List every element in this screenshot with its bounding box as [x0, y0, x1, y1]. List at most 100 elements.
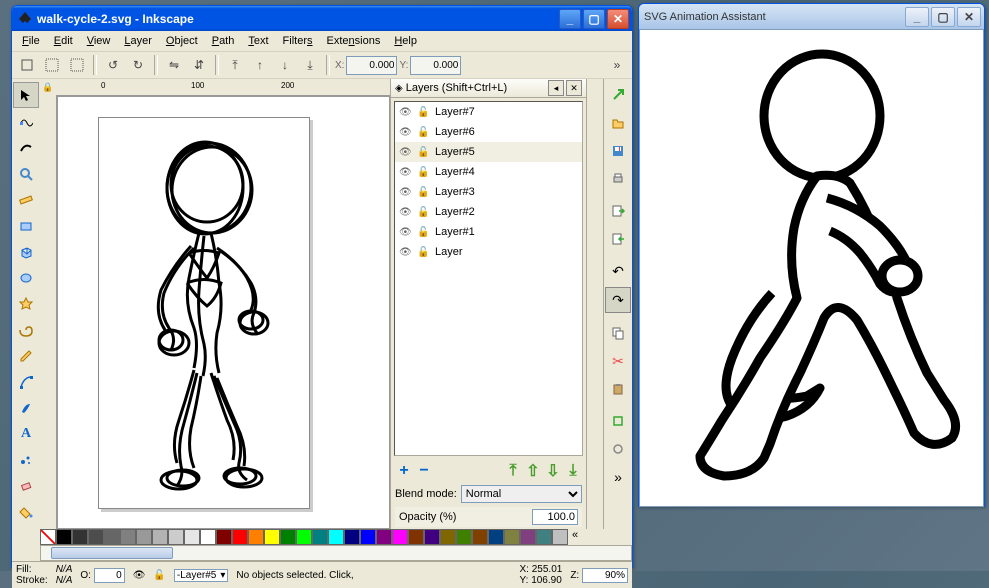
assistant-minimize-button[interactable]: _ [905, 7, 929, 27]
export-icon[interactable] [606, 227, 630, 251]
eye-icon[interactable]: 👁 [399, 247, 411, 258]
assistant-maximize-button[interactable]: ▢ [931, 7, 955, 27]
menu-extensions[interactable]: Extensions [321, 33, 387, 49]
rotate-cw-icon[interactable]: ↻ [127, 54, 149, 76]
paste-icon[interactable] [606, 377, 630, 401]
redo-icon[interactable]: ↷ [605, 287, 631, 313]
palette-swatch[interactable] [184, 529, 200, 545]
snap-btn-a[interactable] [606, 409, 630, 433]
maximize-button[interactable]: ▢ [583, 9, 605, 29]
lock-icon[interactable]: 🔓 [417, 227, 429, 238]
palette-swatch[interactable] [232, 529, 248, 545]
layer-row-3[interactable]: 👁🔓Layer#3 [395, 182, 582, 202]
palette-swatch[interactable] [328, 529, 344, 545]
palette-swatch[interactable] [376, 529, 392, 545]
text-tool[interactable]: A [14, 422, 38, 446]
flip-v-icon[interactable]: ⇵ [188, 54, 210, 76]
lock-icon[interactable]: 🔓 [417, 187, 429, 198]
palette-swatch[interactable] [216, 529, 232, 545]
layer-row-7[interactable]: 👁🔓Layer#7 [395, 102, 582, 122]
layers-panel-header[interactable]: ◈ Layers (Shift+Ctrl+L) ◂ ✕ [391, 79, 586, 98]
raise-icon[interactable]: ↑ [249, 54, 271, 76]
add-layer-button[interactable]: + [395, 462, 413, 480]
eye-icon[interactable]: 👁 [399, 107, 411, 118]
panel-prev-icon[interactable]: ◂ [548, 80, 564, 96]
palette-swatch[interactable] [168, 529, 184, 545]
inkscape-titlebar[interactable]: walk-cycle-2.svg - Inkscape _ ▢ ✕ [12, 6, 632, 31]
palette-swatch[interactable] [488, 529, 504, 545]
horizontal-scrollbar[interactable] [40, 545, 632, 561]
palette-swatch[interactable] [88, 529, 104, 545]
flip-h-icon[interactable]: ⇋ [163, 54, 185, 76]
calligraphy-tool[interactable] [14, 396, 38, 420]
layer-up-button[interactable]: ⇧ [524, 461, 542, 481]
print-icon[interactable] [606, 167, 630, 191]
panel-close-icon[interactable]: ✕ [566, 80, 582, 96]
cut-icon[interactable]: ✂ [606, 349, 630, 373]
tweak-tool[interactable] [14, 136, 38, 160]
star-tool[interactable] [14, 292, 38, 316]
coord-y-input[interactable] [410, 56, 461, 75]
lock-icon[interactable]: 🔓 [417, 247, 429, 258]
dock-overflow-icon[interactable]: » [606, 465, 630, 489]
ruler-vertical[interactable] [40, 96, 57, 529]
palette-swatch[interactable] [104, 529, 120, 545]
vertical-scrollbar[interactable] [586, 79, 603, 529]
rect-tool[interactable] [14, 214, 38, 238]
layer-row-0[interactable]: 👁🔓Layer [395, 242, 582, 262]
palette-swatch[interactable] [200, 529, 216, 545]
palette-swatch[interactable] [424, 529, 440, 545]
palette-swatch[interactable] [408, 529, 424, 545]
save-icon[interactable] [606, 139, 630, 163]
palette-swatch[interactable] [296, 529, 312, 545]
menu-filters[interactable]: Filters [277, 33, 319, 49]
status-layer-selector[interactable]: -Layer#5▾ [174, 569, 229, 582]
palette-overflow-icon[interactable]: « [568, 529, 582, 545]
paintbucket-tool[interactable] [14, 500, 38, 524]
ellipse-tool[interactable] [14, 266, 38, 290]
menu-file[interactable]: File [16, 33, 46, 49]
snap-tool-1[interactable] [606, 83, 630, 107]
palette-swatch[interactable] [40, 529, 56, 545]
rotate-ccw-icon[interactable]: ↺ [102, 54, 124, 76]
eye-icon[interactable]: 👁 [399, 147, 411, 158]
palette-swatch[interactable] [552, 529, 568, 545]
status-eye-icon[interactable]: 👁 [133, 570, 146, 581]
assistant-titlebar[interactable]: SVG Animation Assistant _ ▢ ✕ [639, 4, 984, 30]
tool-btn-3[interactable] [66, 54, 88, 76]
palette-swatch[interactable] [472, 529, 488, 545]
copy-icon[interactable] [606, 321, 630, 345]
palette-swatch[interactable] [392, 529, 408, 545]
opacity-o-input[interactable] [94, 568, 125, 583]
canvas[interactable] [57, 96, 390, 529]
eye-icon[interactable]: 👁 [399, 187, 411, 198]
palette-swatch[interactable] [360, 529, 376, 545]
lock-icon[interactable]: 🔓 [417, 107, 429, 118]
blend-mode-select[interactable]: Normal [461, 485, 582, 503]
menu-view[interactable]: View [81, 33, 117, 49]
palette-swatch[interactable] [344, 529, 360, 545]
lower-icon[interactable]: ↓ [274, 54, 296, 76]
ruler-lock-icon[interactable]: 🔒 [40, 79, 56, 95]
palette-swatch[interactable] [312, 529, 328, 545]
ruler-horizontal[interactable]: 0 100 200 [56, 79, 390, 96]
eye-icon[interactable]: 👁 [399, 227, 411, 238]
measure-tool[interactable] [14, 188, 38, 212]
eye-icon[interactable]: 👁 [399, 207, 411, 218]
snap-btn-b[interactable] [606, 437, 630, 461]
open-icon[interactable] [606, 111, 630, 135]
coord-x-input[interactable] [346, 56, 397, 75]
palette-swatch[interactable] [248, 529, 264, 545]
layer-row-2[interactable]: 👁🔓Layer#2 [395, 202, 582, 222]
tool-btn-2[interactable] [41, 54, 63, 76]
menu-text[interactable]: Text [242, 33, 274, 49]
node-tool[interactable] [14, 110, 38, 134]
eraser-tool[interactable] [14, 474, 38, 498]
spiral-tool[interactable] [14, 318, 38, 342]
pencil-tool[interactable] [14, 344, 38, 368]
toolbar-overflow-icon[interactable]: » [606, 54, 628, 76]
eye-icon[interactable]: 👁 [399, 127, 411, 138]
palette-swatch[interactable] [264, 529, 280, 545]
palette-swatch[interactable] [440, 529, 456, 545]
palette-swatch[interactable] [456, 529, 472, 545]
